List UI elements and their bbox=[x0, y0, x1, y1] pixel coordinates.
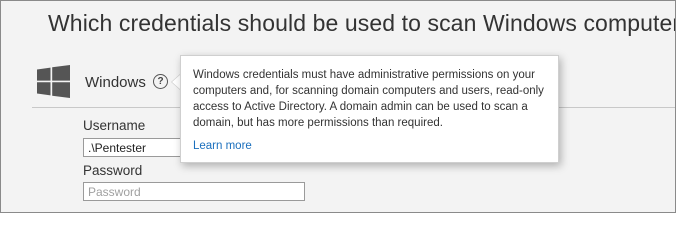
credentials-dialog: Which credentials should be used to scan… bbox=[0, 0, 676, 213]
password-field[interactable] bbox=[83, 182, 305, 201]
password-label: Password bbox=[83, 163, 143, 178]
windows-section-label: Windows bbox=[85, 74, 146, 91]
username-label: Username bbox=[83, 118, 146, 133]
learn-more-link[interactable]: Learn more bbox=[193, 140, 252, 152]
windows-logo-icon bbox=[37, 65, 70, 98]
help-icon[interactable]: ? bbox=[153, 74, 168, 89]
page-title: Which credentials should be used to scan… bbox=[48, 10, 676, 36]
tooltip-text: Windows credentials must have administra… bbox=[193, 69, 544, 129]
help-tooltip: Windows credentials must have administra… bbox=[180, 55, 559, 163]
